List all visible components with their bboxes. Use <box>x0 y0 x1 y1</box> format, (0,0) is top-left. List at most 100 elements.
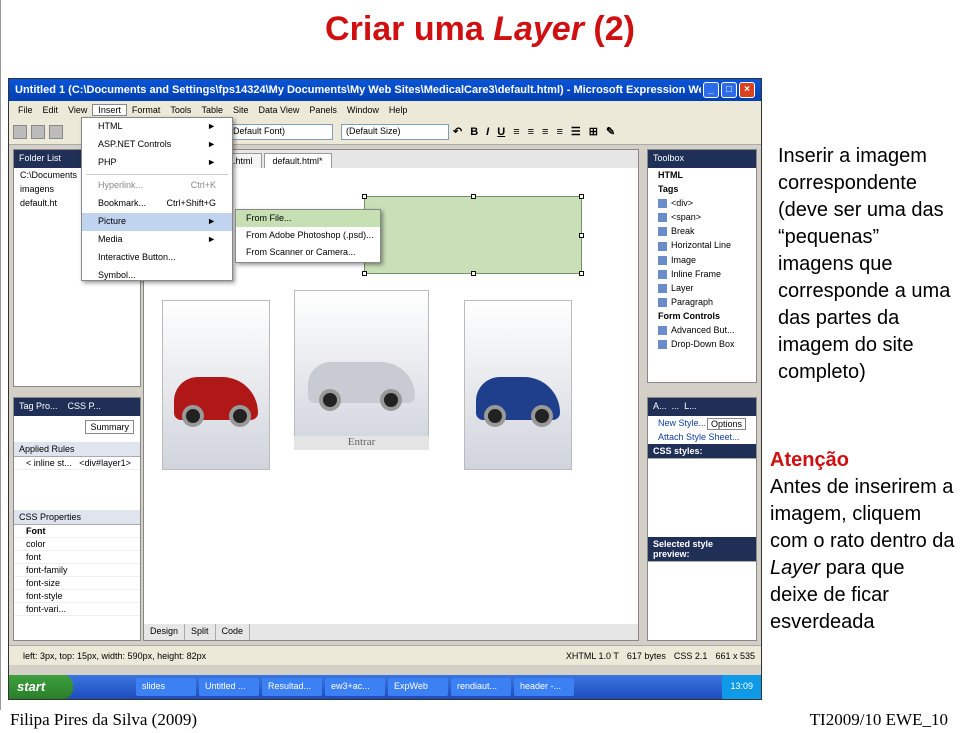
resize-handle[interactable] <box>471 271 476 276</box>
item-arrow: ► <box>207 157 216 167</box>
tab-split[interactable]: Split <box>185 624 216 640</box>
menu-file[interactable]: File <box>13 105 38 115</box>
size-select[interactable]: (Default Size) <box>341 123 449 140</box>
prop-font-family[interactable]: font-family <box>14 564 140 577</box>
resize-handle[interactable] <box>579 271 584 276</box>
tool-dropdown[interactable]: Drop-Down Box <box>648 337 756 351</box>
tab-layers[interactable]: L... <box>684 401 697 411</box>
start-button[interactable]: start <box>9 675 73 699</box>
status-doctype[interactable]: XHTML 1.0 T <box>566 651 619 661</box>
font-select[interactable]: (Default Font) <box>225 123 333 140</box>
align-center-icon[interactable]: ≡ <box>528 126 534 138</box>
task-expweb[interactable]: ExpWeb <box>388 678 448 696</box>
justify-icon[interactable]: ≡ <box>556 126 562 138</box>
tool-advanced-button[interactable]: Advanced But... <box>648 323 756 337</box>
menu-item-interactive-button[interactable]: Interactive Button... <box>82 249 232 267</box>
menu-item-media[interactable]: Media ► <box>82 231 232 249</box>
menu-format[interactable]: Format <box>127 105 166 115</box>
menu-edit[interactable]: Edit <box>38 105 64 115</box>
underline-icon[interactable]: U <box>497 126 505 138</box>
attach-style-link[interactable]: Attach Style Sheet... <box>648 430 756 444</box>
submenu-from-photoshop[interactable]: From Adobe Photoshop (.psd)... <box>236 227 380 244</box>
layer-div[interactable] <box>362 194 584 276</box>
prop-font[interactable]: font <box>14 551 140 564</box>
tool-span[interactable]: <span> <box>648 210 756 224</box>
menu-insert[interactable]: Insert <box>92 104 127 116</box>
task-rendiaut[interactable]: rendiaut... <box>451 678 511 696</box>
highlight-icon[interactable]: ✎ <box>606 125 615 138</box>
tab-tag-properties[interactable]: Tag Pro... <box>19 401 58 411</box>
align-left-icon[interactable]: ≡ <box>513 126 519 138</box>
tool-iframe[interactable]: Inline Frame <box>648 267 756 281</box>
status-dims[interactable]: 661 x 535 <box>715 651 755 661</box>
undo-icon[interactable]: ↶ <box>453 125 462 138</box>
tool-hr[interactable]: Horizontal Line <box>648 238 756 252</box>
menu-item-html[interactable]: HTML ► <box>82 118 232 136</box>
tab-apply-styles[interactable]: A... <box>653 401 667 411</box>
menu-item-php[interactable]: PHP ► <box>82 154 232 172</box>
maximize-icon[interactable]: □ <box>721 82 737 98</box>
italic-icon[interactable]: I <box>486 126 489 138</box>
task-ew3[interactable]: ew3+ac... <box>325 678 385 696</box>
menu-item-hyperlink[interactable]: Hyperlink... Ctrl+K <box>82 177 232 195</box>
tool-paragraph[interactable]: Paragraph <box>648 295 756 309</box>
menu-help[interactable]: Help <box>384 105 413 115</box>
bold-icon[interactable]: B <box>470 126 478 138</box>
prop-color[interactable]: color <box>14 538 140 551</box>
tool-break[interactable]: Break <box>648 224 756 238</box>
prop-font-size[interactable]: font-size <box>14 577 140 590</box>
summary-button[interactable]: Summary <box>85 420 134 434</box>
menu-site[interactable]: Site <box>228 105 254 115</box>
resize-handle[interactable] <box>471 194 476 199</box>
prop-font-variant[interactable]: font-vari... <box>14 603 140 616</box>
open-icon[interactable] <box>31 124 45 139</box>
status-size: 617 bytes <box>626 650 666 661</box>
task-untitled[interactable]: Untitled ... <box>199 678 259 696</box>
menu-window[interactable]: Window <box>342 105 384 115</box>
menu-data-view[interactable]: Data View <box>253 105 304 115</box>
submenu-from-scanner[interactable]: From Scanner or Camera... <box>236 244 380 261</box>
minimize-icon[interactable]: _ <box>703 82 719 98</box>
tab-default-html[interactable]: default.html* <box>263 153 332 168</box>
menu-panels[interactable]: Panels <box>304 105 342 115</box>
toolbox-group-tags[interactable]: Tags <box>648 182 756 196</box>
tool-div[interactable]: <div> <box>648 196 756 210</box>
resize-handle[interactable] <box>362 194 367 199</box>
resize-handle[interactable] <box>579 233 584 238</box>
task-header[interactable]: header -... <box>514 678 574 696</box>
tab-css-properties[interactable]: CSS P... <box>68 401 101 411</box>
toolbox-group-html[interactable]: HTML <box>648 168 756 182</box>
tab-code[interactable]: Code <box>216 624 251 640</box>
tab-design[interactable]: Design <box>144 624 186 640</box>
menu-item-symbol[interactable]: Symbol... <box>82 267 232 285</box>
save-icon[interactable] <box>49 124 63 139</box>
menu-item-bookmark[interactable]: Bookmark... Ctrl+Shift+G <box>82 195 232 213</box>
prop-font-group[interactable]: Font <box>14 525 140 538</box>
border-icon[interactable]: ⊞ <box>589 125 598 138</box>
list-icon[interactable]: ☰ <box>571 125 581 138</box>
entrar-label[interactable]: Entrar <box>294 436 429 450</box>
task-resultad[interactable]: Resultad... <box>262 678 322 696</box>
menu-table[interactable]: Table <box>196 105 228 115</box>
new-style-link[interactable]: New Style... Options <box>648 416 756 430</box>
submenu-from-file[interactable]: From File... <box>236 210 380 227</box>
new-page-icon[interactable] <box>13 124 27 139</box>
menu-item-aspnet[interactable]: ASP.NET Controls ► <box>82 136 232 154</box>
status-css[interactable]: CSS 2.1 <box>674 651 708 661</box>
wheel <box>228 405 251 428</box>
resize-handle[interactable] <box>579 194 584 199</box>
close-icon[interactable]: × <box>739 82 755 98</box>
resize-handle[interactable] <box>362 271 367 276</box>
menu-view[interactable]: View <box>63 105 92 115</box>
tool-image[interactable]: Image <box>648 253 756 267</box>
tab-manage-styles[interactable]: ... <box>672 401 680 411</box>
align-right-icon[interactable]: ≡ <box>542 126 548 138</box>
task-slides[interactable]: slides <box>136 678 196 696</box>
menu-tools[interactable]: Tools <box>165 105 196 115</box>
applied-rule-row[interactable]: < inline st... <div#layer1> <box>14 457 140 470</box>
toolbox-group-forms[interactable]: Form Controls <box>648 309 756 323</box>
menu-item-picture[interactable]: Picture ► <box>82 213 232 231</box>
prop-font-style[interactable]: font-style <box>14 590 140 603</box>
tool-layer[interactable]: Layer <box>648 281 756 295</box>
options-button[interactable]: Options <box>706 418 746 430</box>
